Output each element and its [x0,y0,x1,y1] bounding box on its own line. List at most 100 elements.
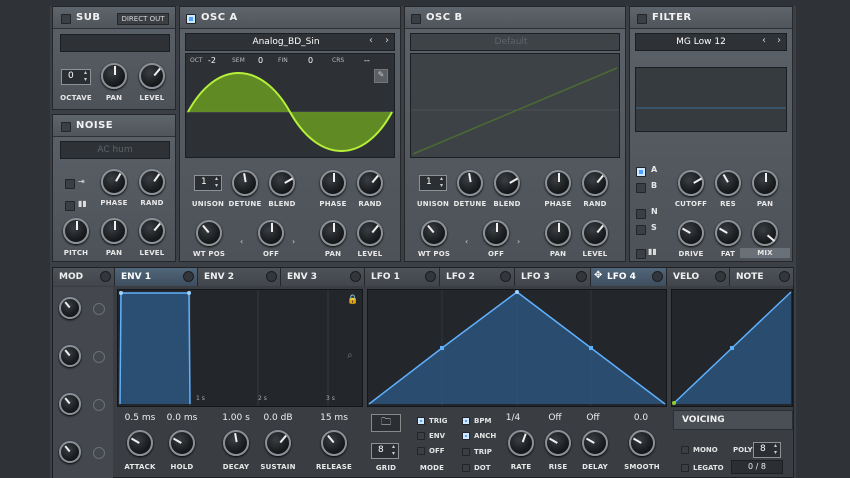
lfo-anch-checkbox[interactable] [462,432,470,440]
hold-knob[interactable] [169,430,195,456]
legato-checkbox[interactable] [681,464,689,472]
route-b-checkbox[interactable] [636,183,646,193]
osc-b-level-knob[interactable] [582,220,608,246]
sub-level-knob[interactable] [139,63,165,89]
osc-b-warp-knob[interactable] [483,220,509,246]
osc-a-pan-knob[interactable] [320,220,346,246]
edit-pencil-icon[interactable]: ✎ [374,69,388,83]
velo-graph[interactable] [671,289,793,407]
osc-a-blend-knob[interactable] [269,170,295,196]
tab-lfo1[interactable]: LFO 1 [365,268,440,286]
osc-b-wtpos-knob[interactable] [421,220,447,246]
noise-pan-knob[interactable] [101,218,127,244]
tab-env3[interactable]: ENV 3 [281,268,365,286]
filter-drive-knob[interactable] [678,220,704,246]
macro-1-knob[interactable] [59,297,81,319]
prev-arrow-icon[interactable]: ‹ [369,35,373,46]
route-n-checkbox[interactable] [636,209,646,219]
osc-b-rand-knob[interactable] [582,170,608,196]
lfo-mode-trig-radio[interactable] [417,417,425,425]
osc-b-phase-knob[interactable] [545,170,571,196]
osc-b-wavetable-display[interactable] [410,53,620,158]
mono-checkbox[interactable] [681,446,689,454]
warp-prev-icon[interactable]: ‹ [240,237,243,246]
oct-value[interactable]: -2 [208,56,216,65]
lfo-trip-checkbox[interactable] [462,448,470,456]
filter-response-display[interactable] [635,67,787,132]
fin-value[interactable]: 0 [308,56,313,65]
lfo-graph[interactable] [367,289,667,407]
osc-a-phase-knob[interactable] [320,170,346,196]
macro-2-knob[interactable] [59,345,81,367]
lfo-mode-off-radio[interactable] [417,447,425,455]
sustain-knob[interactable] [265,430,291,456]
noise-oneshot-checkbox[interactable] [65,179,75,189]
lfo-rise-knob[interactable] [545,430,571,456]
tab-velo[interactable]: VELO [667,268,730,286]
osc-a-level-knob[interactable] [357,220,383,246]
osc-b-detune-knob[interactable] [457,170,483,196]
filter-mix-knob[interactable] [752,220,778,246]
osc-a-rand-knob[interactable] [357,170,383,196]
osc-b-wavetable-selector[interactable]: Default [410,33,620,51]
osc-a-enable-checkbox[interactable] [186,14,196,24]
tab-lfo4[interactable]: ✥ LFO 4 [591,268,667,286]
osc-a-wtpos-knob[interactable] [196,220,222,246]
attack-knob[interactable] [127,430,153,456]
sub-enable-checkbox[interactable] [61,14,71,24]
noise-pitch-knob[interactable] [63,218,89,244]
crs-value[interactable]: -- [364,56,370,65]
env-graph[interactable]: 1 s 2 s 3 s 🔒 ⌕ [117,289,363,407]
decay-knob[interactable] [223,430,249,456]
next-arrow-icon[interactable]: › [385,35,389,46]
filter-fat-knob[interactable] [715,220,741,246]
osc-b-unison-spinner[interactable]: 1 [419,175,447,191]
warp-b-prev-icon[interactable]: ‹ [465,237,468,246]
lfo-mode-env-radio[interactable] [417,432,425,440]
filter-res-knob[interactable] [715,170,741,196]
macro-4-knob[interactable] [59,441,81,463]
filter-cutoff-knob[interactable] [678,170,704,196]
noise-keytrack-checkbox[interactable] [65,201,75,211]
lfo-dot-checkbox[interactable] [462,464,470,472]
zoom-magnifier-icon[interactable]: ⌕ [347,350,353,361]
tab-env2[interactable]: ENV 2 [198,268,281,286]
noise-enable-checkbox[interactable] [61,122,71,132]
route-a-checkbox[interactable] [636,167,646,177]
macro-3-knob[interactable] [59,393,81,415]
route-s-checkbox[interactable] [636,225,646,235]
osc-b-blend-knob[interactable] [494,170,520,196]
direct-out-button[interactable]: DIRECT OUT [117,13,169,25]
filter-enable-checkbox[interactable] [637,14,647,24]
noise-phase-knob[interactable] [101,169,127,195]
tab-lfo2[interactable]: LFO 2 [440,268,515,286]
osc-a-wavetable-selector[interactable]: Analog_BD_Sin ‹ › [185,33,395,51]
lock-icon[interactable]: 🔒 [347,295,358,305]
osc-b-enable-checkbox[interactable] [411,14,421,24]
noise-preset-selector[interactable]: AC hum [60,141,170,159]
filter-prev-arrow-icon[interactable]: ‹ [762,35,766,46]
filter-keytrack-checkbox[interactable] [636,249,646,259]
drag-move-icon[interactable]: ✥ [594,270,602,281]
sub-pan-knob[interactable] [101,63,127,89]
tab-mod[interactable]: MOD [53,268,115,286]
tab-note[interactable]: NOTE [730,268,794,286]
filter-pan-knob[interactable] [752,170,778,196]
filter-type-selector[interactable]: MG Low 12 ‹ › [635,33,787,51]
noise-level-knob[interactable] [139,218,165,244]
folder-icon[interactable]: 🗀 [371,414,401,432]
osc-a-wavetable-display[interactable]: OCT -2 SEM 0 FIN 0 CRS -- ✎ [185,53,395,158]
tab-env1[interactable]: ENV 1 [115,268,198,286]
lfo-rate-knob[interactable] [508,430,534,456]
noise-rand-knob[interactable] [139,169,165,195]
lfo-smooth-knob[interactable] [629,430,655,456]
warp-b-next-icon[interactable]: › [517,237,520,246]
tab-lfo3[interactable]: LFO 3 [515,268,591,286]
sub-waveform-selector[interactable] [60,34,170,52]
release-knob[interactable] [321,430,347,456]
lfo-bpm-checkbox[interactable] [462,417,470,425]
poly-voices-spinner[interactable]: 8 [753,442,781,458]
osc-a-unison-spinner[interactable]: 1 [194,175,222,191]
sem-value[interactable]: 0 [258,56,263,65]
osc-b-pan-knob[interactable] [545,220,571,246]
